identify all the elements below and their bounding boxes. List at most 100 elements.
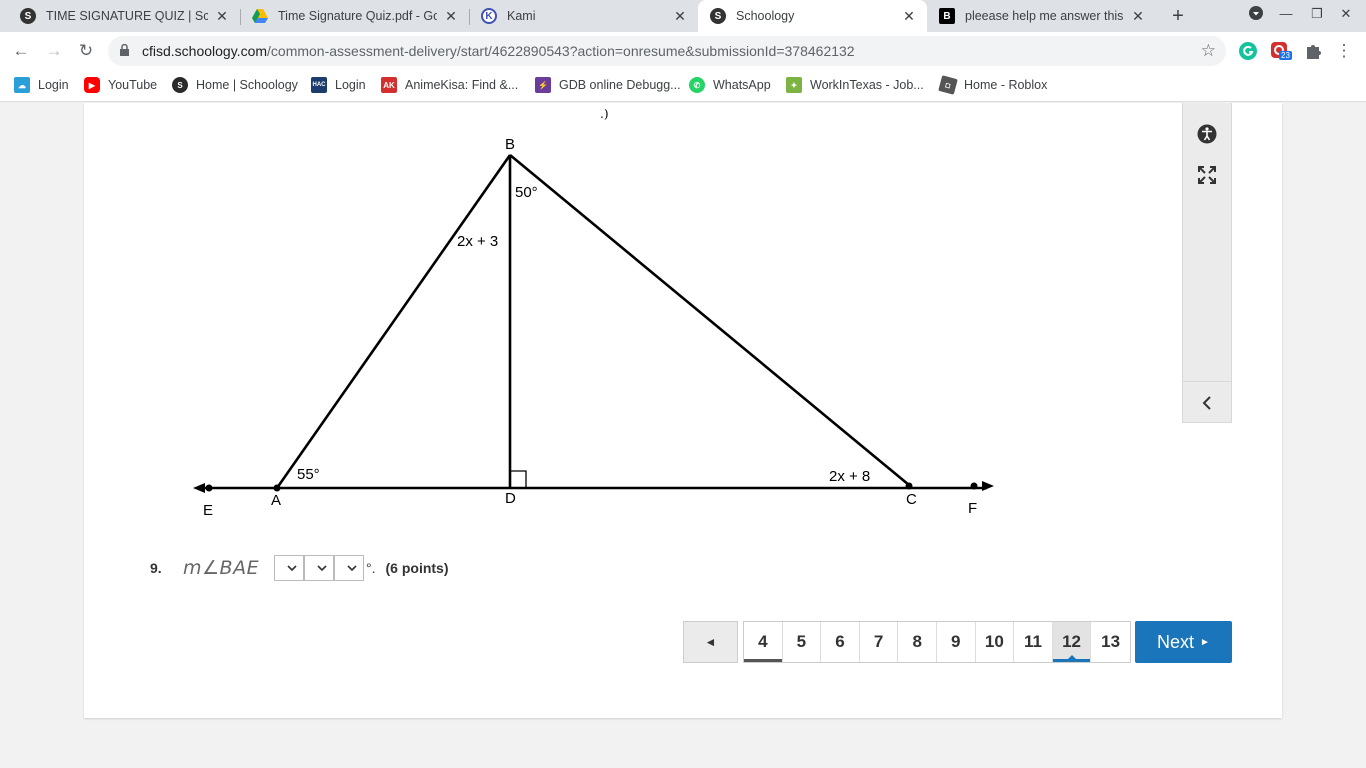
label-b: B: [505, 136, 515, 153]
side-ab: [275, 154, 512, 489]
point-a: [273, 484, 281, 492]
next-label: Next: [1157, 631, 1195, 652]
tab-schoology-active[interactable]: S Schoology ✕: [698, 0, 927, 32]
lock-icon: [120, 44, 129, 56]
close-icon[interactable]: ✕: [1130, 8, 1146, 25]
angle-a-label: 55°: [297, 466, 320, 483]
bookmark-gdb[interactable]: ⚡ GDB online Debugg...: [535, 77, 681, 93]
answer-select-3[interactable]: [334, 555, 364, 581]
page-4[interactable]: 4: [744, 622, 783, 662]
extension-badge-icon[interactable]: 23: [1271, 42, 1292, 60]
address-bar[interactable]: cfisd.schoology.com/common-assessment-de…: [108, 36, 1226, 66]
texas-icon: ✦: [786, 77, 802, 93]
page-content: .) B A D C E F 50° 55° 2x + 3 2x + 8 9. …: [0, 103, 1366, 768]
bookmark-roblox[interactable]: ◘ Home - Roblox: [938, 75, 1047, 95]
tab-title: Kami: [507, 9, 536, 23]
minimize-icon[interactable]: —: [1275, 6, 1297, 21]
reload-icon[interactable]: ↻: [75, 40, 97, 62]
tab-title: pleease help me answer this question: [965, 9, 1124, 23]
tab-strip: S TIME SIGNATURE QUIZ | Schoology ✕ Time…: [0, 0, 1366, 32]
bookmark-star-icon[interactable]: ☆: [1201, 41, 1216, 61]
collapse-chevron-icon[interactable]: [1202, 396, 1212, 410]
accessibility-icon[interactable]: [1197, 124, 1217, 144]
arrow-right-icon: [982, 481, 994, 491]
page-nav: 4 5 6 7 8 9 10 11 12 13: [743, 621, 1131, 663]
label-c: C: [906, 491, 917, 508]
close-icon[interactable]: ✕: [214, 8, 230, 25]
tab-google-drive[interactable]: Time Signature Quiz.pdf - Google Drive ✕: [240, 0, 469, 32]
bookmark-login-cloud[interactable]: ☁ Login: [14, 77, 69, 93]
restore-icon[interactable]: ❐: [1306, 6, 1328, 22]
tab-search-icon[interactable]: [1245, 6, 1267, 23]
fullscreen-icon[interactable]: [1198, 166, 1216, 184]
page-8[interactable]: 8: [898, 622, 937, 662]
tab-kami[interactable]: K Kami ✕: [469, 0, 698, 32]
degree-suffix: °.: [366, 560, 376, 576]
cloud-icon: ☁: [14, 77, 30, 93]
close-window-icon[interactable]: ✕: [1335, 6, 1357, 22]
question-9: 9. m∠BAE °. (6 points): [150, 555, 449, 581]
youtube-icon: ▶: [84, 77, 100, 93]
point-c: [905, 482, 913, 490]
triangle-figure: .) B A D C E F 50° 55° 2x + 3 2x + 8: [193, 107, 994, 519]
side-bc: [509, 153, 910, 487]
right-angle-marker: [510, 470, 527, 488]
label-f: F: [968, 500, 977, 517]
grammarly-icon[interactable]: [1239, 42, 1257, 60]
extension-badge: 23: [1279, 51, 1292, 60]
close-icon[interactable]: ✕: [672, 8, 688, 25]
expr-ab-label: 2x + 3: [457, 233, 498, 250]
bookmarks-bar: ☁ Login ▶ YouTube S Home | Schoology HAC Log…: [0, 70, 1366, 102]
expr-c-label: 2x + 8: [829, 468, 870, 485]
close-icon[interactable]: ✕: [443, 8, 459, 25]
answer-select-2[interactable]: [304, 555, 334, 581]
close-icon[interactable]: ✕: [901, 8, 917, 25]
tab-title: Time Signature Quiz.pdf - Google Drive: [278, 9, 437, 23]
label-d: D: [505, 490, 516, 507]
page-10[interactable]: 10: [975, 622, 1015, 662]
browser-toolbar: ← → ↻ cfisd.schoology.com/common-assessm…: [0, 32, 1366, 70]
tab-title: TIME SIGNATURE QUIZ | Schoology: [46, 9, 208, 23]
page-5[interactable]: 5: [782, 622, 822, 662]
forward-icon[interactable]: →: [43, 40, 65, 62]
page-6[interactable]: 6: [821, 622, 860, 662]
page-12-current[interactable]: 12: [1052, 622, 1092, 662]
tab-title: Schoology: [736, 9, 795, 23]
label-e: E: [203, 502, 213, 519]
tools-sidebar: [1182, 103, 1232, 423]
puzzle-icon[interactable]: [1304, 42, 1322, 60]
menu-dots-icon[interactable]: ⋮: [1333, 40, 1355, 62]
tab-time-signature-quiz[interactable]: S TIME SIGNATURE QUIZ | Schoology ✕: [8, 0, 240, 32]
page-7[interactable]: 7: [859, 622, 899, 662]
point-f: [970, 482, 978, 490]
next-button[interactable]: Next ►: [1135, 621, 1232, 663]
schoology-icon: S: [172, 77, 188, 93]
question-number: 9.: [150, 560, 162, 576]
answer-select-1[interactable]: [274, 555, 304, 581]
hac-icon: HAC: [311, 77, 327, 93]
bookmark-home-schoology[interactable]: S Home | Schoology: [172, 77, 298, 93]
animekisa-icon: AK: [381, 77, 397, 93]
bookmark-whatsapp[interactable]: ✆ WhatsApp: [689, 77, 771, 93]
page-13[interactable]: 13: [1091, 622, 1130, 662]
schoology-icon: S: [710, 8, 726, 24]
arrow-left-icon: [193, 483, 205, 493]
bookmark-workintexas[interactable]: ✦ WorkInTexas - Job...: [786, 77, 924, 93]
play-arrow-icon: ►: [1200, 636, 1210, 648]
bookmark-animekisa[interactable]: AK AnimeKisa: Find &...: [381, 77, 518, 93]
page-11[interactable]: 11: [1014, 622, 1053, 662]
gdb-icon: ⚡: [535, 77, 551, 93]
svg-text:.): .): [600, 107, 609, 121]
back-icon[interactable]: ←: [10, 40, 32, 62]
brainly-icon: B: [939, 8, 955, 24]
tab-brainly[interactable]: B pleease help me answer this question ✕: [927, 0, 1156, 32]
page-9[interactable]: 9: [936, 622, 976, 662]
bookmark-login-hac[interactable]: HAC Login: [311, 77, 366, 93]
bookmark-youtube[interactable]: ▶ YouTube: [84, 77, 157, 93]
question-expression: m∠BAE: [183, 557, 260, 579]
roblox-icon: ◘: [938, 75, 958, 95]
whatsapp-icon: ✆: [689, 77, 705, 93]
sidebar-divider: [1183, 381, 1231, 382]
new-tab-icon[interactable]: +: [1166, 4, 1190, 28]
previous-button[interactable]: ◄: [683, 621, 738, 663]
